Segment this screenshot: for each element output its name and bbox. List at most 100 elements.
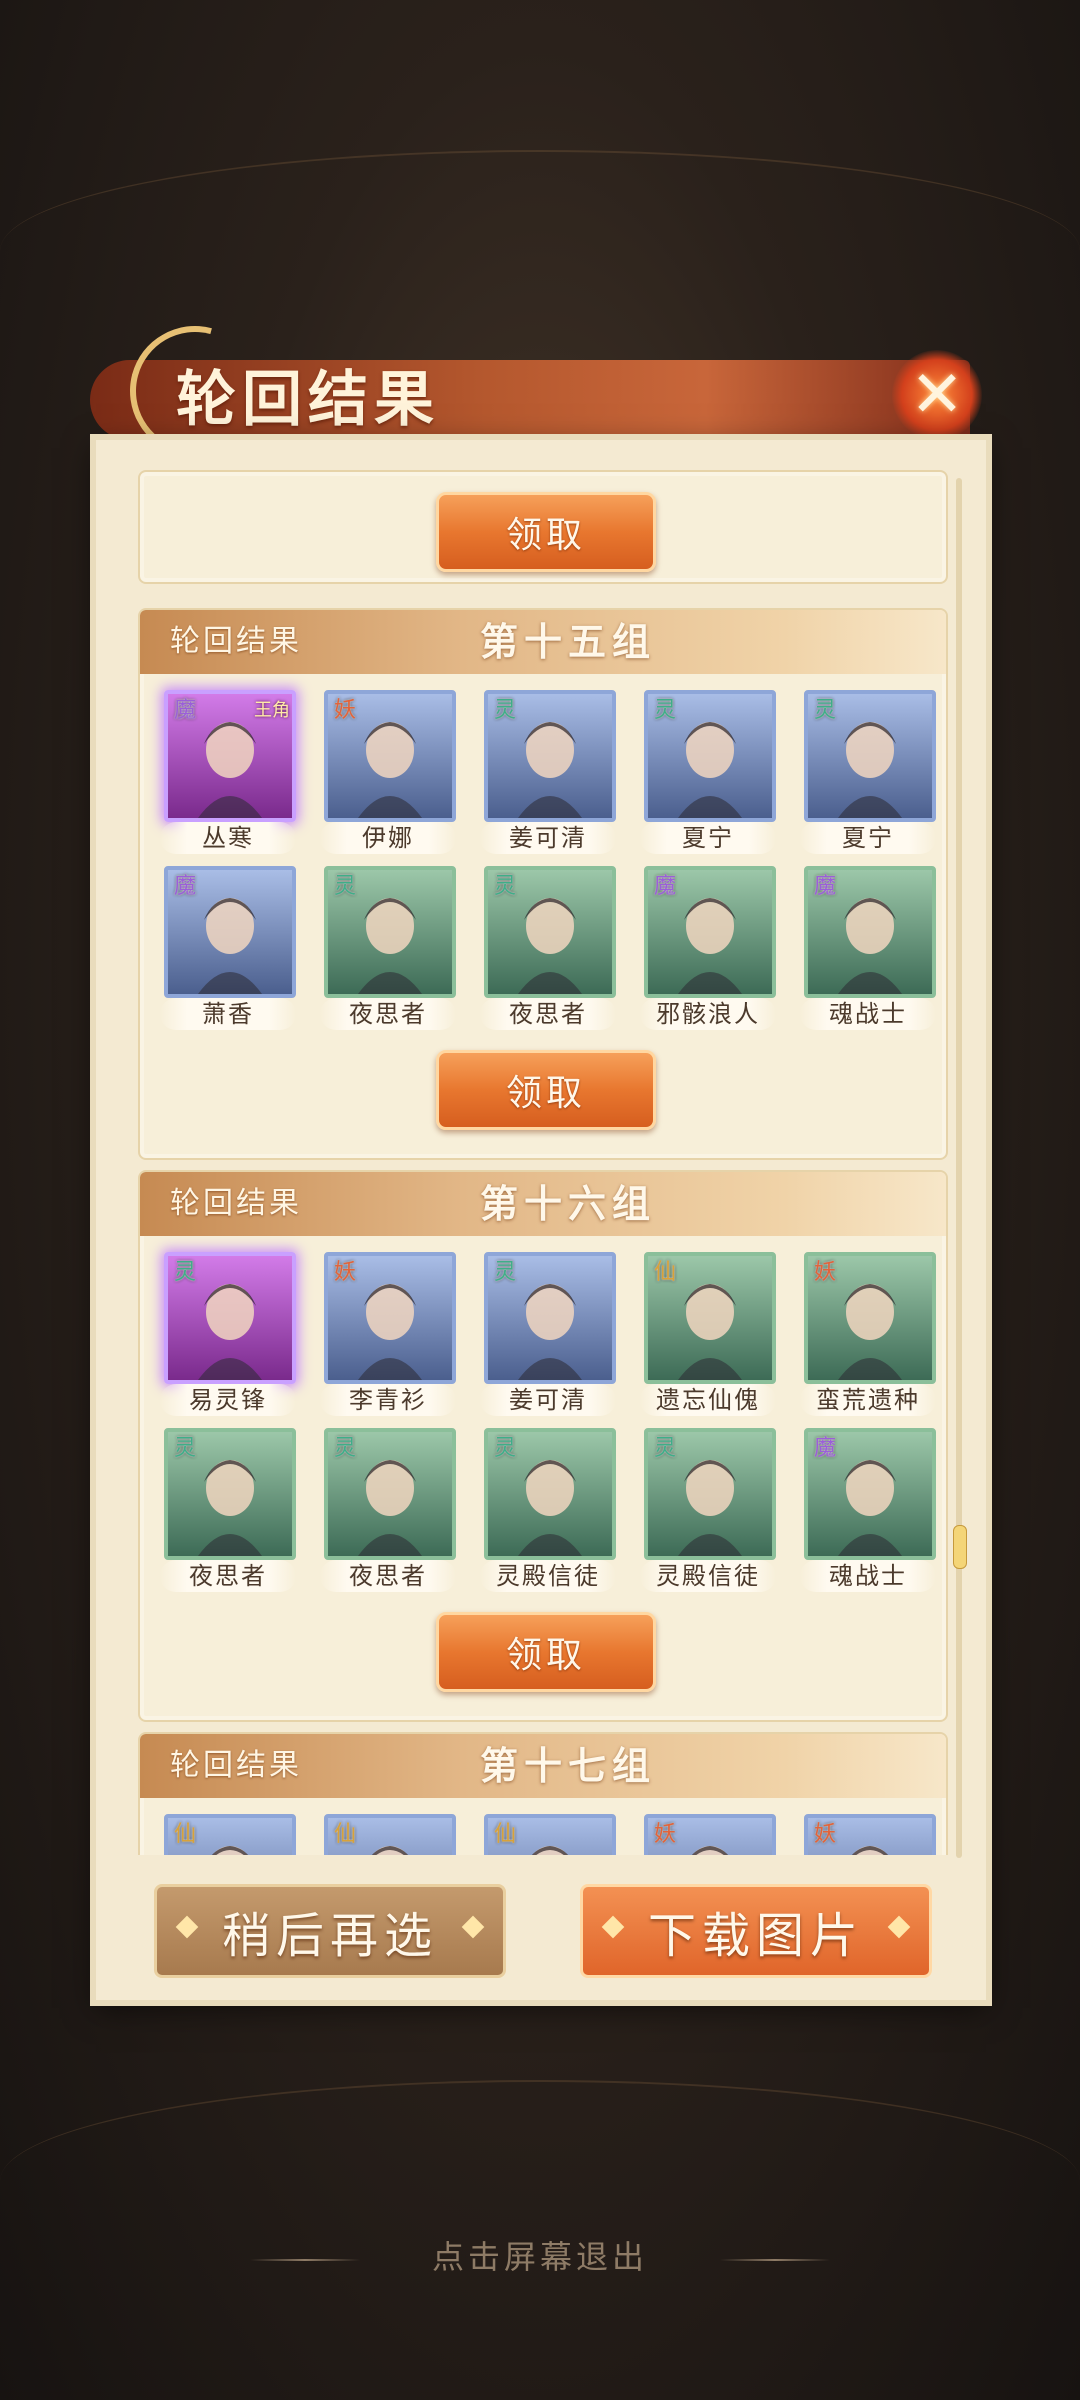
hero-card[interactable]: 魔魂战士 <box>800 866 936 1034</box>
hero-name: 姜可清 <box>480 1384 616 1416</box>
faction-badge: 灵 <box>653 698 676 723</box>
choose-later-button[interactable]: 稍后再选 <box>154 1884 506 1978</box>
group-card-15: 轮回结果 第十五组 魔王角 丛寒妖伊娜灵姜可清灵夏宁灵夏宁魔萧香灵夜思者灵夜思者魔… <box>138 608 948 1160</box>
hero-card[interactable]: 仙遗忘仙傀 <box>640 1252 776 1420</box>
group-card-previous: 领取 <box>138 470 948 584</box>
faction-badge: 灵 <box>493 1260 516 1285</box>
hero-name: 丛寒 <box>160 822 296 854</box>
hero-card[interactable]: 魔萧香 <box>160 866 296 1034</box>
hero-card[interactable]: 灵灵殿信徒 <box>480 1428 616 1596</box>
hero-portrait: 灵 <box>164 1428 296 1560</box>
diamond-ornament-icon <box>175 1915 199 1939</box>
close-button[interactable]: ✕ <box>892 350 982 440</box>
hero-name: 灵殿信徒 <box>640 1560 776 1592</box>
hero-portrait: 灵 <box>324 866 456 998</box>
faction-badge: 灵 <box>813 698 836 723</box>
hero-portrait: 仙 <box>324 1814 456 1855</box>
group-title: 第十五组 <box>480 619 657 664</box>
faction-badge: 妖 <box>333 1260 356 1285</box>
faction-badge: 妖 <box>813 1822 836 1847</box>
hero-name: 李青衫 <box>320 1384 456 1416</box>
hero-card[interactable]: 灵易灵锋 <box>160 1252 296 1420</box>
king-badge: 王角 <box>254 700 290 721</box>
faction-badge: 仙 <box>173 1822 196 1847</box>
hero-card[interactable]: 妖伊娜 <box>320 690 456 858</box>
hero-portrait: 灵 <box>804 690 936 822</box>
hero-card[interactable]: 灵夏宁 <box>640 690 776 858</box>
hero-portrait: 灵 <box>484 1252 616 1384</box>
faction-badge: 妖 <box>813 1260 836 1285</box>
hero-portrait: 妖 <box>644 1814 776 1855</box>
hero-card[interactable]: 妖 <box>640 1814 776 1855</box>
scrollbar-thumb[interactable] <box>953 1525 967 1569</box>
hero-name: 灵殿信徒 <box>480 1560 616 1592</box>
faction-badge: 灵 <box>173 1436 196 1461</box>
hero-card[interactable]: 灵夜思者 <box>320 1428 456 1596</box>
download-image-button[interactable]: 下载图片 <box>580 1884 932 1978</box>
hero-portrait: 灵 <box>164 1252 296 1384</box>
hero-card[interactable]: 灵夜思者 <box>160 1428 296 1596</box>
diamond-ornament-icon <box>461 1915 485 1939</box>
hero-portrait: 灵 <box>644 1428 776 1560</box>
group-header: 轮回结果 第十五组 <box>140 610 946 674</box>
faction-badge: 灵 <box>493 874 516 899</box>
tap-to-exit-hint[interactable]: 点击屏幕退出 <box>0 2232 1080 2278</box>
faction-badge: 仙 <box>653 1260 676 1285</box>
claim-button-label: 领取 <box>505 1635 586 1676</box>
results-scroll-area[interactable]: 领取 轮回结果 第十五组 魔王角 丛寒妖伊娜灵姜可清灵夏宁灵夏宁魔萧香灵夜思者灵夜… <box>130 470 952 1855</box>
hero-name: 姜可清 <box>480 822 616 854</box>
faction-badge: 灵 <box>493 698 516 723</box>
hero-card[interactable]: 妖李青衫 <box>320 1252 456 1420</box>
claim-button[interactable]: 领取 <box>436 1612 656 1692</box>
hero-card[interactable]: 仙 <box>160 1814 296 1855</box>
hero-name: 夜思者 <box>480 998 616 1030</box>
hero-card[interactable]: 仙 <box>320 1814 456 1855</box>
faction-badge: 魔 <box>813 874 836 899</box>
faction-badge: 灵 <box>653 1436 676 1461</box>
hero-portrait: 魔 王角 <box>164 690 296 822</box>
hero-portrait: 灵 <box>484 690 616 822</box>
hero-card[interactable]: 灵夜思者 <box>320 866 456 1034</box>
hero-card[interactable]: 灵姜可清 <box>480 1252 616 1420</box>
faction-badge: 魔 <box>173 698 196 723</box>
hero-portrait: 灵 <box>644 690 776 822</box>
hero-portrait: 灵 <box>484 866 616 998</box>
faction-badge: 妖 <box>653 1822 676 1847</box>
hero-card[interactable]: 灵姜可清 <box>480 690 616 858</box>
hero-card[interactable]: 妖 <box>800 1814 936 1855</box>
diamond-ornament-icon <box>887 1915 911 1939</box>
faction-badge: 妖 <box>333 698 356 723</box>
group-title: 第十七组 <box>480 1743 657 1788</box>
group-card-17: 轮回结果 第十七组 仙 仙 仙 妖 妖 <box>138 1732 948 1855</box>
hero-card[interactable]: 妖蛮荒遗种 <box>800 1252 936 1420</box>
background-wave <box>0 150 1080 352</box>
faction-badge: 仙 <box>333 1822 356 1847</box>
hero-card[interactable]: 魔 王角丛寒 <box>160 690 296 858</box>
faction-badge: 仙 <box>493 1822 516 1847</box>
faction-badge: 魔 <box>173 874 196 899</box>
faction-badge: 魔 <box>653 874 676 899</box>
hero-portrait: 灵 <box>484 1428 616 1560</box>
hero-card[interactable]: 魔魂战士 <box>800 1428 936 1596</box>
diamond-ornament-icon <box>601 1915 625 1939</box>
faction-badge: 灵 <box>173 1260 196 1285</box>
close-icon: ✕ <box>910 358 964 432</box>
hero-card[interactable]: 灵夏宁 <box>800 690 936 858</box>
scrollbar-track[interactable] <box>956 478 962 1858</box>
hero-card[interactable]: 仙 <box>480 1814 616 1855</box>
hero-name: 夜思者 <box>320 998 456 1030</box>
group-header: 轮回结果 第十六组 <box>140 1172 946 1236</box>
hero-card[interactable]: 灵夜思者 <box>480 866 616 1034</box>
hero-portrait: 魔 <box>804 866 936 998</box>
claim-button[interactable]: 领取 <box>436 492 656 572</box>
download-image-label: 下载图片 <box>647 1908 864 1964</box>
dialog-title: 轮回结果 <box>176 365 440 435</box>
hero-name: 蛮荒遗种 <box>800 1384 936 1416</box>
claim-button[interactable]: 领取 <box>436 1050 656 1130</box>
hero-name: 遗忘仙傀 <box>640 1384 776 1416</box>
hero-card[interactable]: 灵灵殿信徒 <box>640 1428 776 1596</box>
hero-portrait: 灵 <box>324 1428 456 1560</box>
hero-portrait: 妖 <box>804 1252 936 1384</box>
hero-card[interactable]: 魔邪骸浪人 <box>640 866 776 1034</box>
hero-portrait: 仙 <box>644 1252 776 1384</box>
